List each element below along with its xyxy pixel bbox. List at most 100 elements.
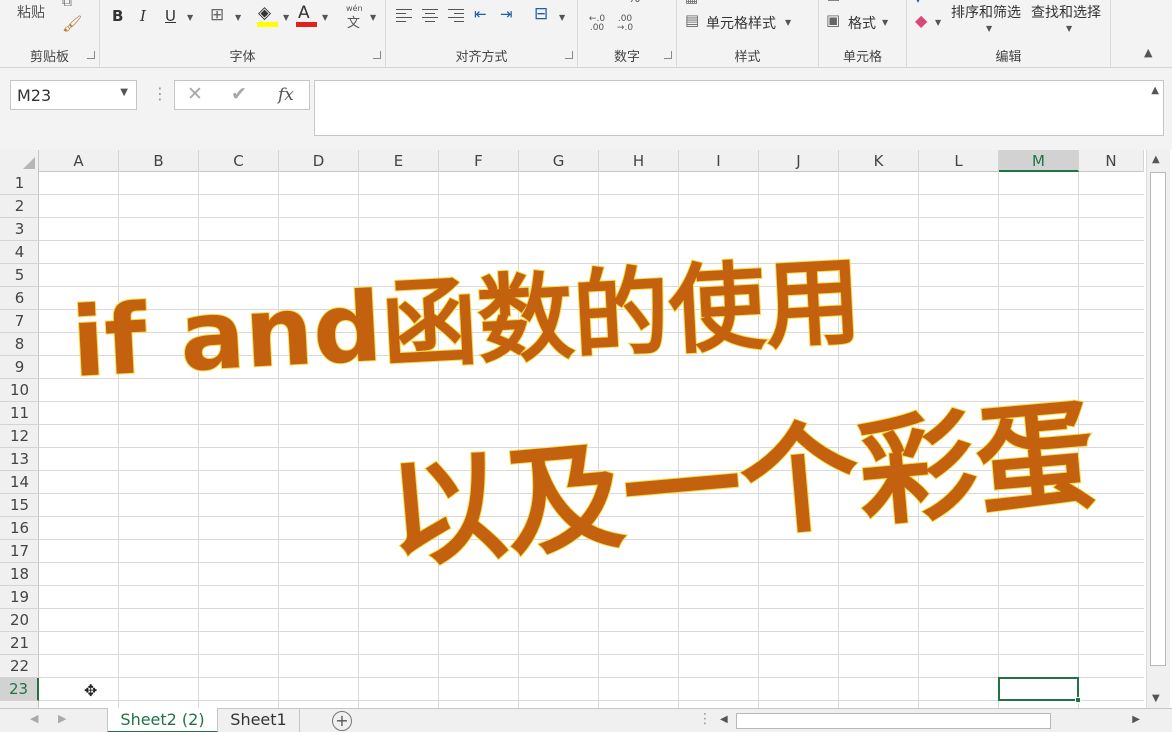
row-header-3[interactable]: 3 <box>0 218 39 241</box>
merge-center-icon[interactable]: ⊟ <box>534 4 548 24</box>
align-right-icon[interactable] <box>448 9 464 22</box>
row-header-2[interactable]: 2 <box>0 195 39 218</box>
column-header-a[interactable]: A <box>39 150 119 172</box>
row-header-14[interactable]: 14 <box>0 471 39 494</box>
column-header-j[interactable]: J <box>759 150 839 172</box>
collapse-ribbon-icon[interactable]: ▲ <box>1144 46 1152 59</box>
row-header-19[interactable]: 19 <box>0 586 39 609</box>
font-color-dropdown-icon[interactable]: ▼ <box>322 13 328 22</box>
sort-filter-dropdown-icon[interactable]: ▼ <box>986 24 992 33</box>
fill-handle[interactable] <box>1075 697 1081 703</box>
column-header-c[interactable]: C <box>199 150 279 172</box>
merge-dropdown-icon[interactable]: ▼ <box>559 13 565 22</box>
find-select-button[interactable]: 查找和选择 <box>1031 2 1101 22</box>
horizontal-scrollbar[interactable]: ◀ ▶ <box>716 712 1144 730</box>
alignment-launcher-icon[interactable] <box>565 51 573 59</box>
cell-styles-icon[interactable]: ▤ <box>685 11 699 29</box>
underline-button[interactable]: U <box>165 7 176 25</box>
row-header-7[interactable]: 7 <box>0 310 39 333</box>
sort-filter-button[interactable]: 排序和筛选 <box>951 2 1021 22</box>
clear-dropdown-icon[interactable]: ▼ <box>935 18 941 27</box>
row-header-17[interactable]: 17 <box>0 540 39 563</box>
table-format-icon[interactable]: ▦ <box>685 0 698 6</box>
font-launcher-icon[interactable] <box>373 51 381 59</box>
sheet-tab-sheet2-2[interactable]: Sheet2 (2) <box>107 708 218 732</box>
row-header-20[interactable]: 20 <box>0 609 39 632</box>
formula-input[interactable]: ▲ <box>314 80 1164 136</box>
row-header-12[interactable]: 12 <box>0 425 39 448</box>
cell-styles-dropdown-icon[interactable]: ▼ <box>785 18 791 27</box>
row-header-22[interactable]: 22 <box>0 655 39 678</box>
tab-splitter-handle[interactable]: ⋮ <box>698 711 712 727</box>
column-header-n[interactable]: N <box>1079 150 1144 172</box>
row-header-1[interactable]: 1 <box>0 172 39 195</box>
column-header-d[interactable]: D <box>279 150 359 172</box>
fill-color-dropdown-icon[interactable]: ▼ <box>283 13 289 22</box>
column-header-e[interactable]: E <box>359 150 439 172</box>
phonetic-dropdown-icon[interactable]: ▼ <box>370 13 376 22</box>
name-box-dropdown-icon[interactable]: ▼ <box>120 87 128 98</box>
fill-icon[interactable]: ▾ <box>915 0 921 6</box>
row-header-4[interactable]: 4 <box>0 241 39 264</box>
decrease-indent-icon[interactable]: ⇤ <box>474 5 487 23</box>
formula-bar-resize-handle[interactable]: ⋮ <box>152 84 168 103</box>
enter-icon[interactable]: ✔ <box>231 83 247 105</box>
format-painter-icon[interactable]: 🖌 <box>62 14 82 33</box>
border-icon[interactable]: ⊞ <box>210 5 224 25</box>
sheet-tab-sheet1[interactable]: Sheet1 <box>218 708 300 732</box>
add-sheet-icon[interactable]: + <box>332 711 352 731</box>
row-header-16[interactable]: 16 <box>0 517 39 540</box>
increase-indent-icon[interactable]: ⇥ <box>500 5 513 23</box>
clear-eraser-icon[interactable]: ◆ <box>915 11 927 30</box>
row-header-11[interactable]: 11 <box>0 402 39 425</box>
select-all-button[interactable] <box>0 150 39 172</box>
underline-dropdown-icon[interactable]: ▼ <box>187 13 193 22</box>
format-cells-icon[interactable]: ▣ <box>826 11 840 29</box>
column-header-i[interactable]: I <box>679 150 759 172</box>
format-dropdown-icon[interactable]: ▼ <box>882 18 888 27</box>
percent-button[interactable]: % <box>628 0 640 6</box>
font-color-icon[interactable]: A <box>298 3 310 23</box>
clipboard-launcher-icon[interactable] <box>87 51 95 59</box>
find-select-dropdown-icon[interactable]: ▼ <box>1066 24 1072 33</box>
paste-button[interactable]: 粘贴 <box>17 2 45 22</box>
border-dropdown-icon[interactable]: ▼ <box>235 13 241 22</box>
align-center-icon[interactable] <box>422 9 438 22</box>
insert-function-icon[interactable]: fx <box>278 85 294 105</box>
decrease-decimal-button[interactable]: .00 →.0 <box>614 15 636 33</box>
row-header-10[interactable]: 10 <box>0 379 39 402</box>
align-left-icon[interactable] <box>396 9 412 22</box>
row-header-9[interactable]: 9 <box>0 356 39 379</box>
number-launcher-icon[interactable] <box>664 51 672 59</box>
row-header-21[interactable]: 21 <box>0 632 39 655</box>
row-header-6[interactable]: 6 <box>0 287 39 310</box>
row-header-5[interactable]: 5 <box>0 264 39 287</box>
scroll-right-icon[interactable]: ▶ <box>1132 714 1140 725</box>
scroll-down-icon[interactable]: ▼ <box>1152 693 1160 704</box>
increase-decimal-button[interactable]: ←.0 .00 <box>586 15 608 33</box>
bold-button[interactable]: B <box>112 7 123 25</box>
column-header-m[interactable]: M <box>999 150 1079 172</box>
prev-sheet-icon[interactable]: ◀ <box>30 712 38 725</box>
row-header-18[interactable]: 18 <box>0 563 39 586</box>
vertical-scrollbar[interactable]: ▲ ▼ <box>1146 150 1170 708</box>
row-header-13[interactable]: 13 <box>0 448 39 471</box>
scroll-left-icon[interactable]: ◀ <box>720 714 728 725</box>
vertical-scroll-thumb[interactable] <box>1150 172 1166 666</box>
formula-expand-icon[interactable]: ▲ <box>1151 85 1159 96</box>
column-header-g[interactable]: G <box>519 150 599 172</box>
row-header-23[interactable]: 23 <box>0 678 39 701</box>
column-header-k[interactable]: K <box>839 150 919 172</box>
phonetic-icon[interactable]: 文 <box>347 12 360 31</box>
italic-button[interactable]: I <box>140 7 146 25</box>
column-header-l[interactable]: L <box>919 150 999 172</box>
row-header-8[interactable]: 8 <box>0 333 39 356</box>
column-header-b[interactable]: B <box>119 150 199 172</box>
column-header-f[interactable]: F <box>439 150 519 172</box>
scroll-up-icon[interactable]: ▲ <box>1152 154 1160 165</box>
cancel-icon[interactable]: ✕ <box>187 83 203 105</box>
column-header-h[interactable]: H <box>599 150 679 172</box>
active-cell-m23[interactable] <box>998 677 1081 703</box>
row-header-15[interactable]: 15 <box>0 494 39 517</box>
next-sheet-icon[interactable]: ▶ <box>58 712 66 725</box>
